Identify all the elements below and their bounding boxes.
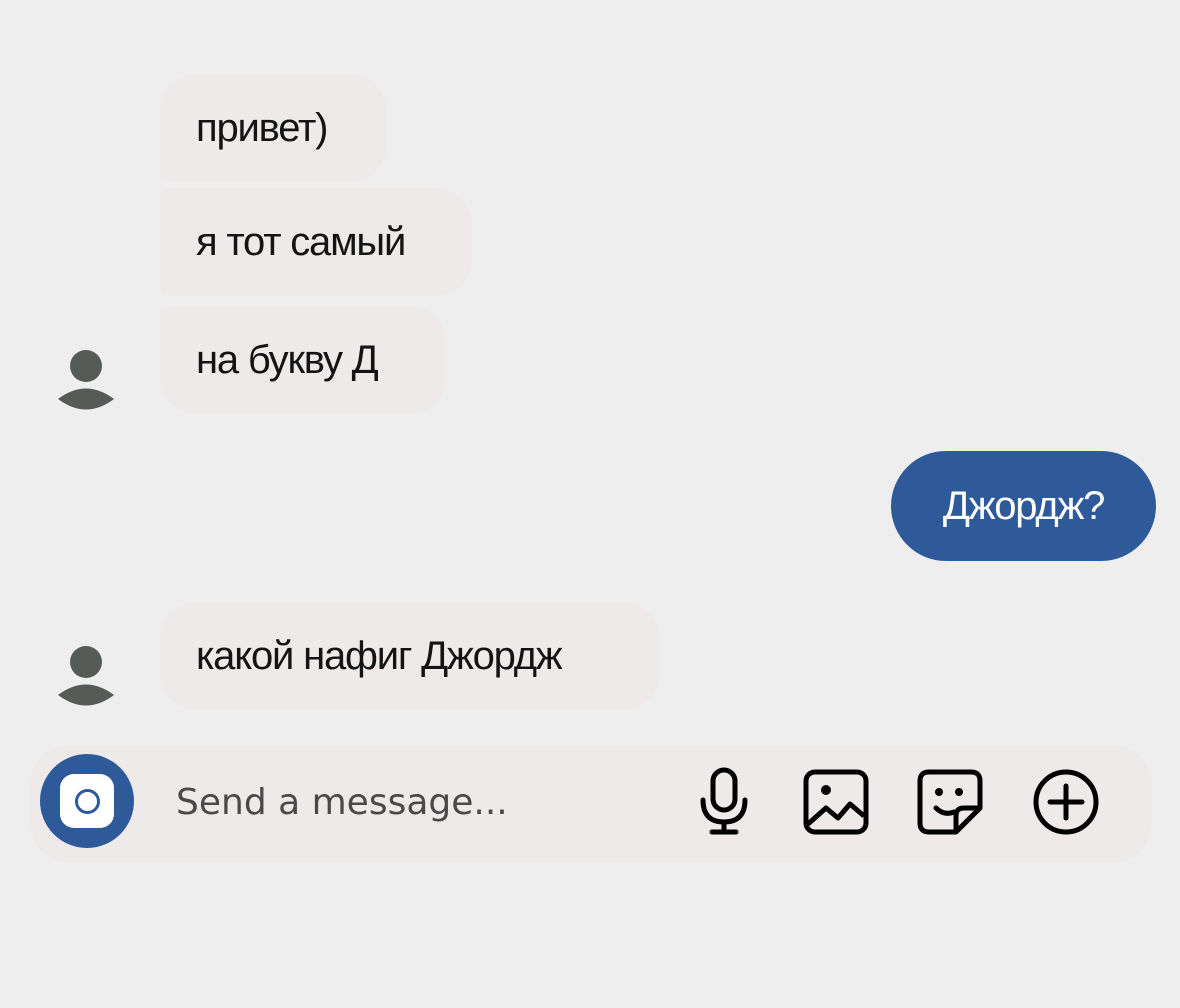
person-icon: [58, 350, 114, 410]
camera-icon: [60, 774, 114, 828]
message-input[interactable]: [176, 776, 596, 828]
sticker-button[interactable]: [914, 766, 986, 838]
message-text: на букву Д: [196, 338, 379, 382]
message-bubble-incoming[interactable]: я тот самый: [160, 188, 472, 296]
plus-circle-icon: [1033, 769, 1099, 835]
add-button[interactable]: [1030, 766, 1102, 838]
message-bubble-incoming[interactable]: привет): [160, 74, 386, 182]
camera-button[interactable]: [40, 754, 134, 848]
message-bubble-incoming[interactable]: на букву Д: [160, 306, 446, 414]
message-text: я тот самый: [196, 220, 406, 264]
avatar[interactable]: [56, 644, 116, 708]
avatar[interactable]: [56, 348, 116, 412]
microphone-button[interactable]: [688, 766, 760, 838]
sticker-icon: [917, 769, 983, 835]
message-text: Джордж?: [942, 484, 1106, 528]
person-icon: [58, 646, 114, 706]
microphone-icon: [700, 767, 748, 835]
message-text: какой нафиг Джордж: [196, 634, 563, 678]
message-bubble-outgoing[interactable]: Джордж?: [891, 451, 1156, 561]
image-icon: [803, 769, 869, 835]
message-text: привет): [196, 106, 328, 150]
image-button[interactable]: [800, 766, 872, 838]
message-bubble-incoming[interactable]: какой нафиг Джордж: [160, 602, 660, 710]
